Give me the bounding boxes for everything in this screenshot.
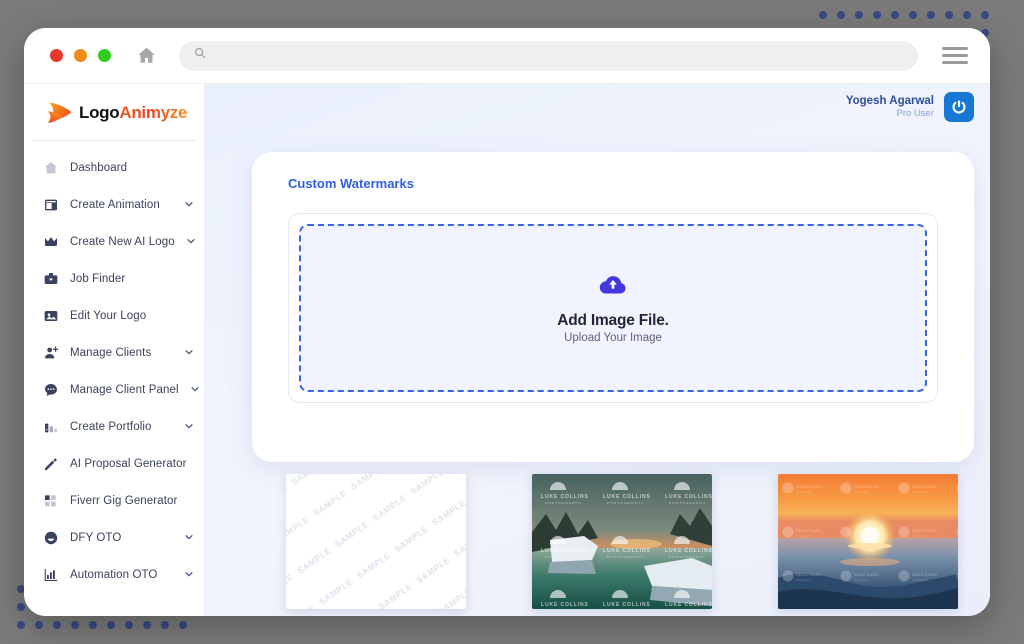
page-title: Custom Watermarks [288,176,938,191]
watermark-sample-thumbnails: SAMPLE [286,474,958,609]
sidebar-item-label: Automation OTO [70,569,173,581]
sidebar-item-label: Job Finder [70,273,194,285]
sidebar-item-label: Manage Client Panel [70,384,179,396]
chevron-down-icon[interactable] [184,418,194,436]
home-outline-icon [42,159,59,176]
hamburger-menu-icon[interactable] [942,47,968,64]
sidebar-navigation: LogoAnimyze Dashboard Create Animation Cre… [24,84,204,616]
pencil-icon [42,455,59,472]
custom-watermarks-card: Custom Watermarks Add Image File. Upload… [252,152,974,462]
sidebar-item-ai-proposal-generator[interactable]: AI Proposal Generator [24,445,204,482]
sidebar-item-create-new-ai-logo[interactable]: Create New AI Logo [24,223,204,260]
sidebar-menu-list: Dashboard Create Animation Create New AI L… [24,149,204,593]
browser-address-bar[interactable] [179,41,918,71]
sidebar-item-label: AI Proposal Generator [70,458,194,470]
sample-tiled-watermark-thumbnail[interactable]: SAMPLE [286,474,466,609]
sidebar-item-label: Fiverr Gig Generator [70,495,194,507]
chevron-down-icon[interactable] [184,344,194,362]
chart-bars-icon [42,566,59,583]
minimize-window-button[interactable] [74,49,87,62]
sidebar-item-automation-oto[interactable]: Automation OTO [24,556,204,593]
sidebar-item-create-portfolio[interactable]: Create Portfolio [24,408,204,445]
window-traffic-lights [50,49,111,62]
sidebar-item-manage-clients[interactable]: Manage Clients [24,334,204,371]
layout-grid-icon [42,196,59,213]
image-upload-dropzone[interactable]: Add Image File. Upload Your Image [299,224,927,392]
chevron-down-icon[interactable] [186,233,196,251]
main-content-area: Yogesh Agarwal Pro User Custom Watermark… [204,84,990,616]
search-input[interactable] [215,49,904,63]
sidebar-item-dashboard[interactable]: Dashboard [24,149,204,186]
sidebar-item-label: Create Portfolio [70,421,173,433]
upload-subtitle-text: Upload Your Image [564,332,662,344]
sidebar-item-edit-your-logo[interactable]: Edit Your Logo [24,297,204,334]
ocean-sunset-thumbnail[interactable]: black lands photography [778,474,958,609]
smiley-icon [42,529,59,546]
squares-icon [42,492,59,509]
sidebar-item-label: Create New AI Logo [70,236,175,248]
application-body: LogoAnimyze Dashboard Create Animation Cre… [24,84,990,616]
user-name-label: Yogesh Agarwal [846,94,934,108]
maximize-window-button[interactable] [98,49,111,62]
brand-name-primary: Logo [79,103,119,122]
chevron-down-icon[interactable] [184,529,194,547]
sidebar-item-fiverr-gig-generator[interactable]: Fiverr Gig Generator [24,482,204,519]
sidebar-item-label: Manage Clients [70,347,173,359]
sidebar-item-label: Dashboard [70,162,194,174]
briefcase-icon [42,270,59,287]
sidebar-item-label: DFY OTO [70,532,173,544]
brand-name-secondary: Animyze [119,103,187,122]
sidebar-item-dfy-oto[interactable]: DFY OTO [24,519,204,556]
lake-photography-thumbnail[interactable]: LUKE COLLINS PHOTOGRAPHY [532,474,712,609]
browser-chrome-bar [24,28,990,84]
upload-panel: Add Image File. Upload Your Image [288,213,938,403]
bar-chart-icon [42,418,59,435]
chevron-down-icon[interactable] [190,381,200,399]
user-add-icon [42,344,59,361]
sidebar-item-label: Create Animation [70,199,173,211]
browser-window: LogoAnimyze Dashboard Create Animation Cre… [24,28,990,616]
sidebar-item-label: Edit Your Logo [70,310,194,322]
user-account-bar: Yogesh Agarwal Pro User [846,92,974,122]
brand-logo[interactable]: LogoAnimyze [32,94,196,141]
search-icon [193,46,207,65]
close-window-button[interactable] [50,49,63,62]
home-icon[interactable] [133,43,159,69]
user-role-badge: Pro User [846,108,934,120]
cloud-upload-icon [598,273,628,303]
power-button-icon[interactable] [944,92,974,122]
chat-bubble-icon [42,381,59,398]
sidebar-item-create-animation[interactable]: Create Animation [24,186,204,223]
image-edit-icon [42,307,59,324]
chevron-down-icon[interactable] [184,566,194,584]
chevron-down-icon[interactable] [184,196,194,214]
crown-icon [42,233,59,250]
play-arrow-logo-icon [46,100,74,126]
sidebar-item-job-finder[interactable]: Job Finder [24,260,204,297]
sidebar-item-manage-client-panel[interactable]: Manage Client Panel [24,371,204,408]
upload-title-text: Add Image File. [557,312,669,330]
